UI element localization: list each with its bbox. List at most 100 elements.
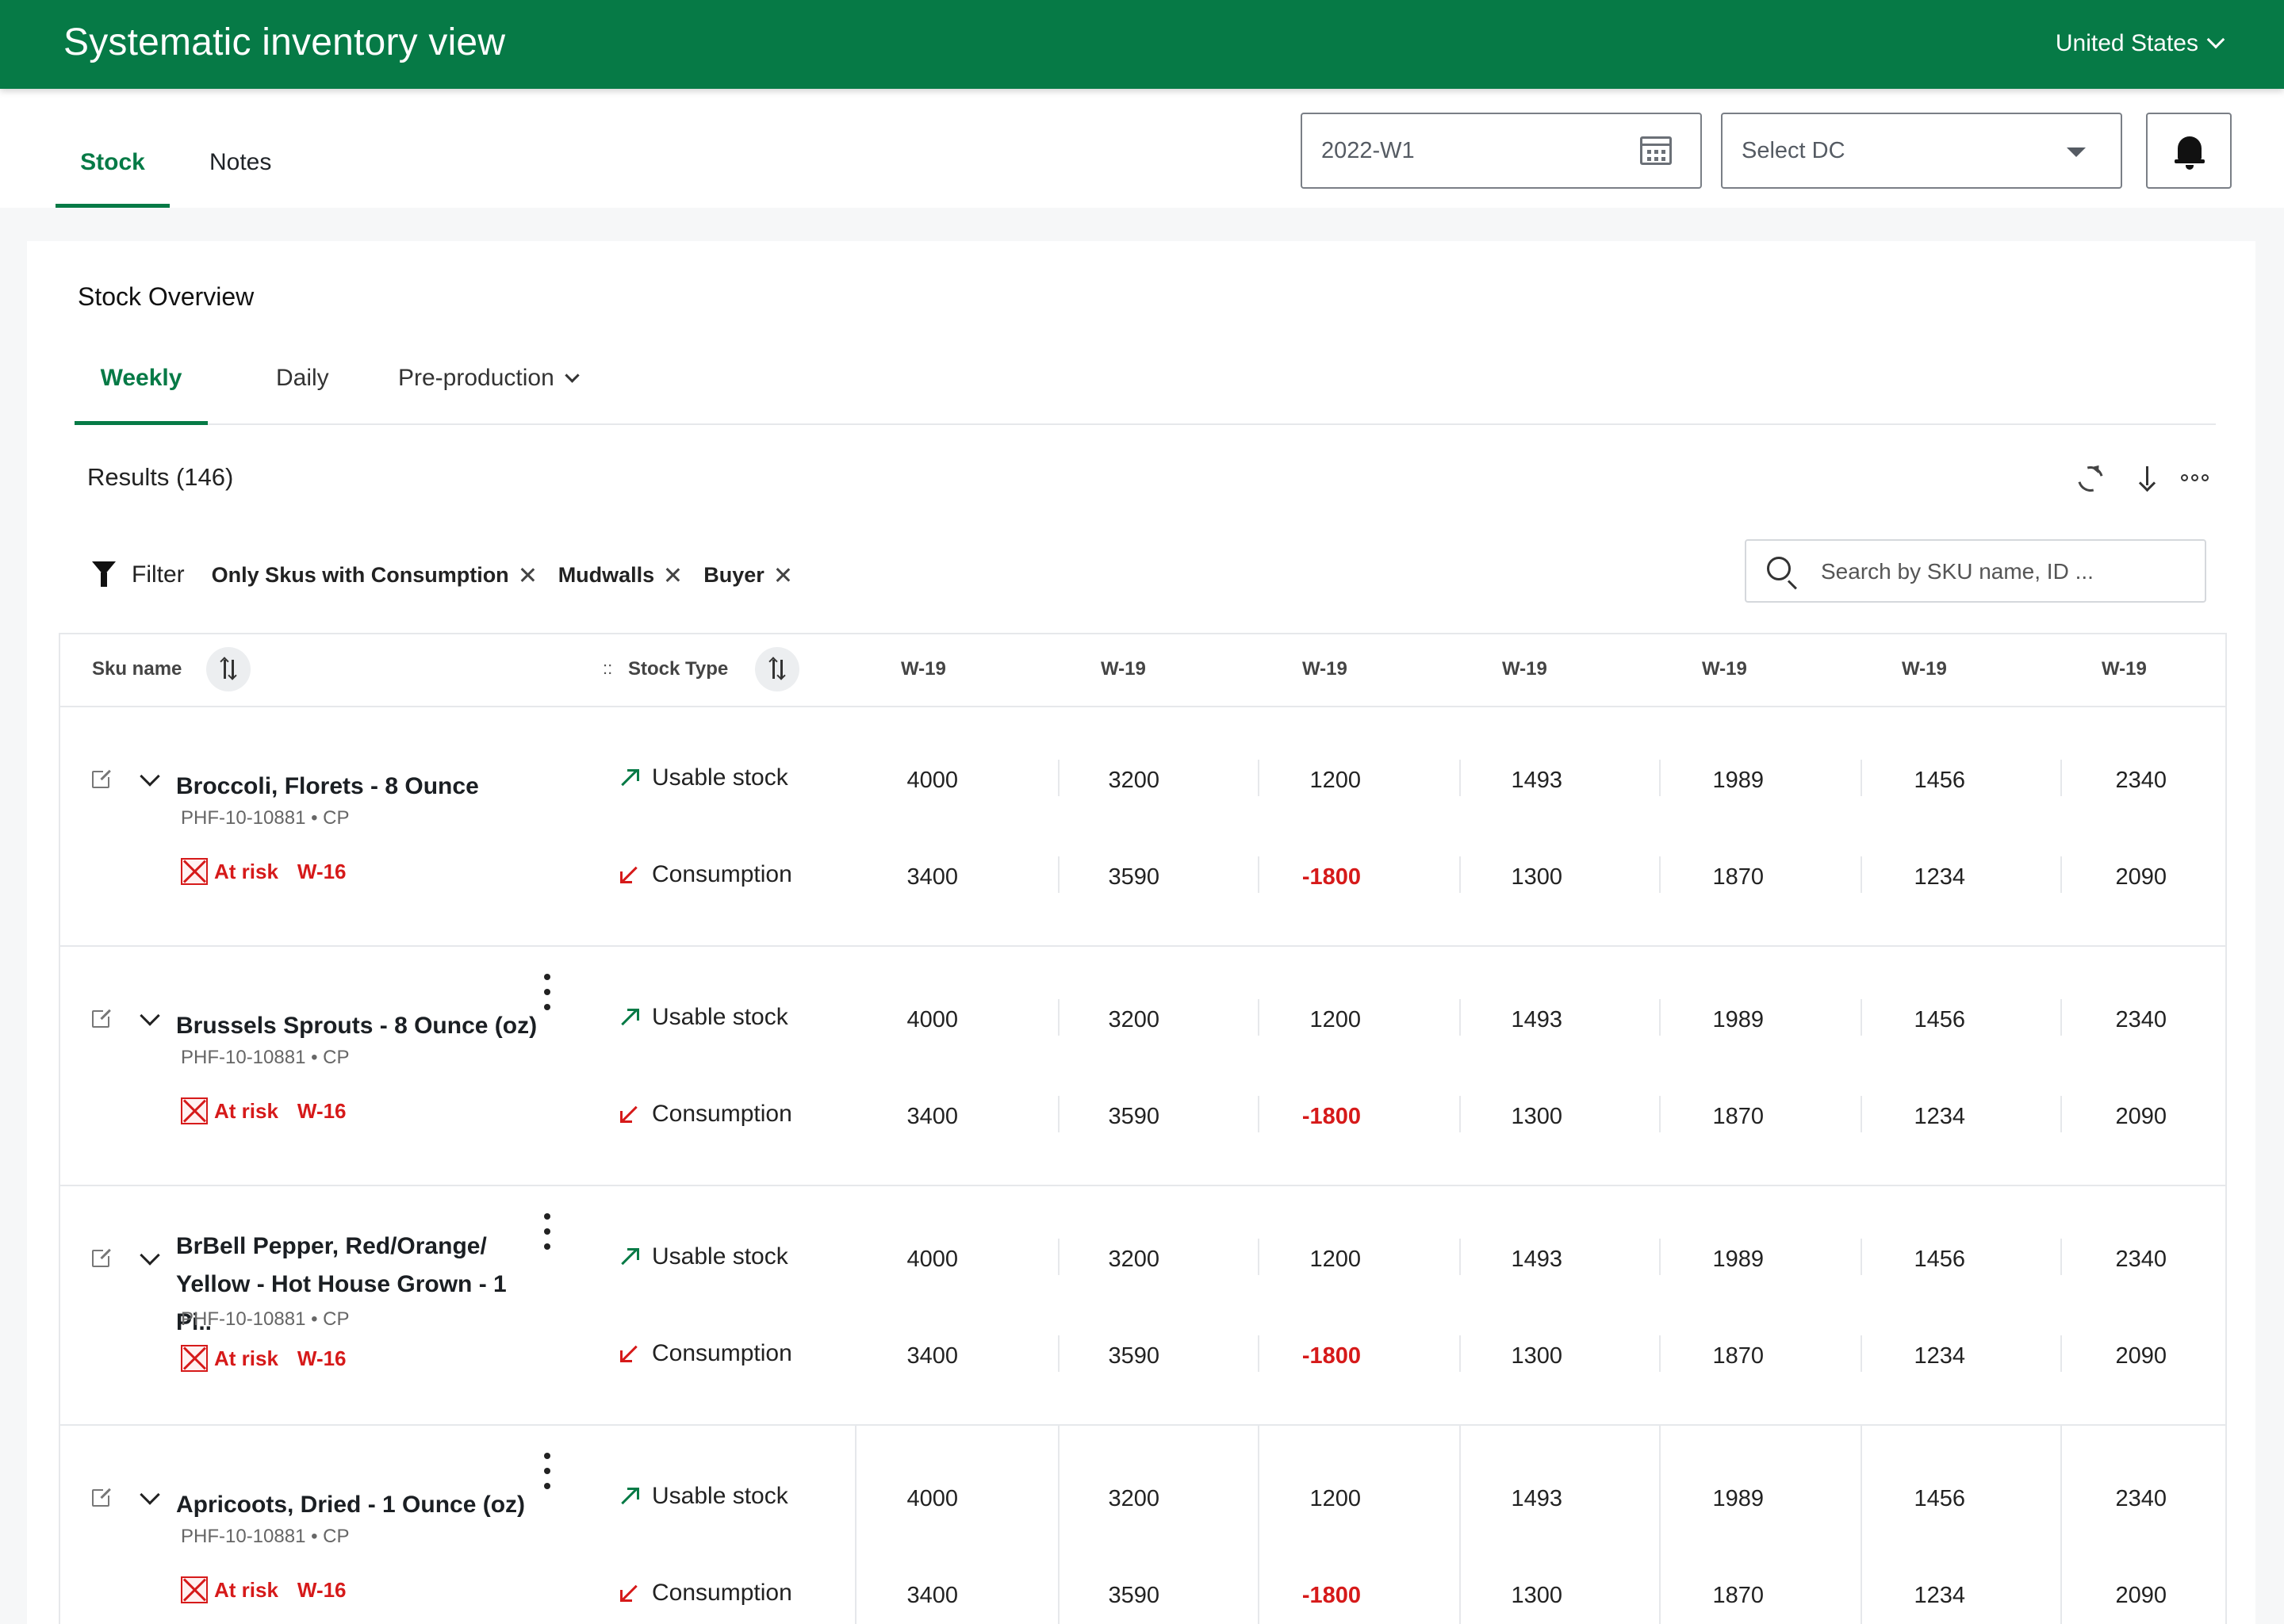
column-divider xyxy=(1258,999,1259,1036)
table-row: Apricoots, Dried - 1 Ounce (oz) PHF-10-10… xyxy=(60,1426,2225,1624)
col-sku-name: Sku name xyxy=(92,658,182,680)
calendar-icon[interactable] xyxy=(1640,136,1672,165)
filter-label[interactable]: Filter xyxy=(132,561,185,588)
open-external-icon[interactable] xyxy=(92,1007,113,1028)
usable-value: 1200 xyxy=(1309,1007,1361,1032)
risk-week: W-16 xyxy=(297,1098,347,1123)
consumption-value: 2090 xyxy=(2115,864,2167,890)
chevron-down-icon[interactable] xyxy=(140,766,160,787)
open-external-icon[interactable] xyxy=(92,1486,113,1507)
card-title: Stock Overview xyxy=(78,282,255,311)
usable-value: 3200 xyxy=(1108,1486,1159,1511)
usable-value: 4000 xyxy=(906,1007,958,1032)
column-divider xyxy=(1459,856,1461,893)
table-row: Brussels Sprouts - 8 Ounce (oz) PHF-10-10… xyxy=(60,947,2225,1186)
row-menu-icon[interactable] xyxy=(544,1453,552,1489)
country-label: United States xyxy=(2055,30,2198,56)
close-icon[interactable] xyxy=(776,568,790,582)
country-selector[interactable]: United States xyxy=(2055,30,2225,57)
risk-badge: At risk W-16 xyxy=(181,1345,347,1372)
risk-badge: At risk W-16 xyxy=(181,1097,347,1124)
tab-pre-production-label: Pre-production xyxy=(398,365,554,391)
usable-value: 1989 xyxy=(1712,1486,1764,1511)
risk-week: W-16 xyxy=(297,859,347,883)
chevron-down-icon[interactable] xyxy=(140,1484,160,1505)
close-icon[interactable] xyxy=(520,568,535,582)
sku-name-line: Brussels Sprouts - 8 Ounce (oz) xyxy=(176,1013,538,1039)
search-icon xyxy=(1767,557,1791,580)
tab-weekly[interactable]: Weekly xyxy=(75,341,208,425)
more-options-icon[interactable] xyxy=(2181,462,2213,493)
column-divider xyxy=(1058,1335,1060,1372)
col-week: W-19 xyxy=(1502,658,1547,680)
consumption-value: 1234 xyxy=(1914,1343,1965,1369)
stock-table: Sku name :: Stock Type W-19 W-19 W-19 W-… xyxy=(59,633,2227,1624)
usable-value: 2340 xyxy=(2115,1007,2167,1032)
sort-icon[interactable] xyxy=(206,647,251,691)
usable-value: 2340 xyxy=(2115,1247,2167,1272)
column-divider xyxy=(1861,1426,1862,1624)
usable-value: 3200 xyxy=(1108,1007,1159,1032)
column-divider xyxy=(1459,1096,1461,1132)
usable-value: 1456 xyxy=(1914,1007,1965,1032)
usable-value: 1493 xyxy=(1511,1007,1562,1032)
usable-value: 1456 xyxy=(1914,1247,1965,1272)
week-picker[interactable]: 2022-W1 xyxy=(1301,113,1702,189)
filter-bar: Filter Only Skus with Consumption Mudwal… xyxy=(92,555,814,595)
consumption-value: 1870 xyxy=(1712,1104,1764,1129)
col-week: W-19 xyxy=(1302,658,1347,680)
download-icon[interactable] xyxy=(2132,462,2163,493)
arrow-down-left-icon xyxy=(619,1583,639,1603)
filter-icon[interactable] xyxy=(92,561,116,588)
chip-label: Only Skus with Consumption xyxy=(211,562,509,587)
chevron-down-icon[interactable] xyxy=(140,1005,160,1026)
column-divider xyxy=(1659,856,1661,893)
sku-id: PHF-10-10881 • CP xyxy=(181,807,350,829)
open-external-icon[interactable] xyxy=(92,1247,113,1267)
tab-pre-production[interactable]: Pre-production xyxy=(398,341,580,425)
tab-daily[interactable]: Daily xyxy=(276,341,329,425)
column-divider xyxy=(1861,999,1862,1036)
usable-value: 1200 xyxy=(1309,1247,1361,1272)
consumption-value: 3590 xyxy=(1108,1343,1159,1369)
column-divider xyxy=(1659,1239,1661,1275)
arrow-down-left-icon xyxy=(619,864,639,885)
week-value: 2022-W1 xyxy=(1321,138,1415,163)
column-divider xyxy=(1659,1426,1661,1624)
usable-value: 1456 xyxy=(1914,1486,1965,1511)
chevron-down-icon[interactable] xyxy=(140,1245,160,1266)
col-week: W-19 xyxy=(1902,658,1947,680)
tab-notes[interactable]: Notes xyxy=(209,149,271,208)
dc-select[interactable]: Select DC xyxy=(1721,113,2122,189)
sku-name: Apricoots, Dried - 1 Ounce (oz) xyxy=(176,1486,541,1524)
chip-label: Buyer xyxy=(703,562,765,587)
col-week: W-19 xyxy=(2102,658,2147,680)
drag-handle-icon[interactable]: :: xyxy=(603,658,612,679)
usable-value: 1456 xyxy=(1914,768,1965,793)
risk-label: At risk xyxy=(214,1098,278,1123)
sort-icon[interactable] xyxy=(755,647,799,691)
consumption-value: 2090 xyxy=(2115,1583,2167,1608)
usable-value: 4000 xyxy=(906,1486,958,1511)
consumption-value: 3400 xyxy=(906,1343,958,1369)
row-menu-icon[interactable] xyxy=(544,974,552,1010)
sku-id: PHF-10-10881 • CP xyxy=(181,1308,350,1330)
sku-id: PHF-10-10881 • CP xyxy=(181,1047,350,1068)
usable-value: 3200 xyxy=(1108,1247,1159,1272)
column-divider xyxy=(2060,1096,2062,1132)
refresh-icon[interactable] xyxy=(2073,462,2105,493)
chevron-down-icon xyxy=(2206,30,2225,49)
tab-stock[interactable]: Stock xyxy=(56,149,170,208)
usable-value: 1200 xyxy=(1309,768,1361,793)
row-menu-icon[interactable] xyxy=(544,1213,552,1250)
column-divider xyxy=(1258,856,1259,893)
column-divider xyxy=(2060,1335,2062,1372)
notifications-button[interactable] xyxy=(2146,113,2232,189)
search-input[interactable] xyxy=(1821,552,2186,592)
column-divider xyxy=(1459,1239,1461,1275)
column-divider xyxy=(1258,1096,1259,1132)
column-divider xyxy=(1659,760,1661,796)
open-external-icon[interactable] xyxy=(92,768,113,788)
usable-value: 2340 xyxy=(2115,768,2167,793)
close-icon[interactable] xyxy=(665,568,680,582)
